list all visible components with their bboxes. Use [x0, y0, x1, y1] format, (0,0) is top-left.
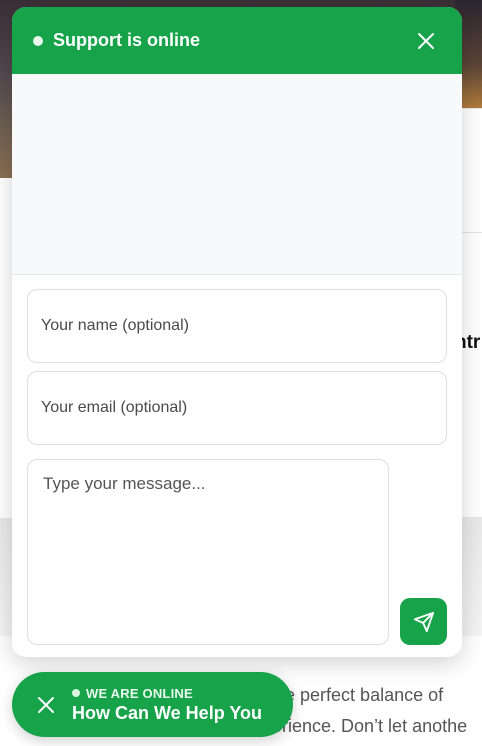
close-chat-button[interactable]	[414, 29, 438, 53]
online-status-dot	[72, 689, 80, 697]
contact-form	[12, 275, 462, 645]
background-paragraph: the perfect balance of erience. Don’t le…	[270, 680, 482, 742]
send-button[interactable]	[400, 598, 447, 645]
launcher-title: How Can We Help You	[72, 702, 263, 723]
chat-header: Support is online	[12, 7, 462, 74]
online-status-dot	[33, 35, 43, 46]
launcher-text: WE ARE ONLINE How Can We Help You	[72, 686, 262, 724]
chat-header-title: Support is online	[53, 30, 200, 50]
launcher-status-label: WE ARE ONLINE	[86, 685, 193, 701]
message-row	[27, 459, 447, 645]
send-icon	[413, 611, 434, 632]
name-input[interactable]	[27, 289, 447, 363]
launcher-status: WE ARE ONLINE	[72, 686, 262, 701]
messages-area	[12, 74, 462, 275]
chat-panel: Support is online	[12, 7, 462, 657]
email-input[interactable]	[27, 371, 447, 445]
message-input[interactable]	[27, 459, 389, 645]
background-paragraph-line: erience. Don’t let anothe	[272, 716, 468, 736]
chat-launcher-button[interactable]: WE ARE ONLINE How Can We Help You	[12, 672, 293, 737]
close-icon	[418, 33, 434, 49]
close-icon	[38, 696, 54, 713]
background-paragraph-line: the perfect balance of	[270, 685, 444, 705]
